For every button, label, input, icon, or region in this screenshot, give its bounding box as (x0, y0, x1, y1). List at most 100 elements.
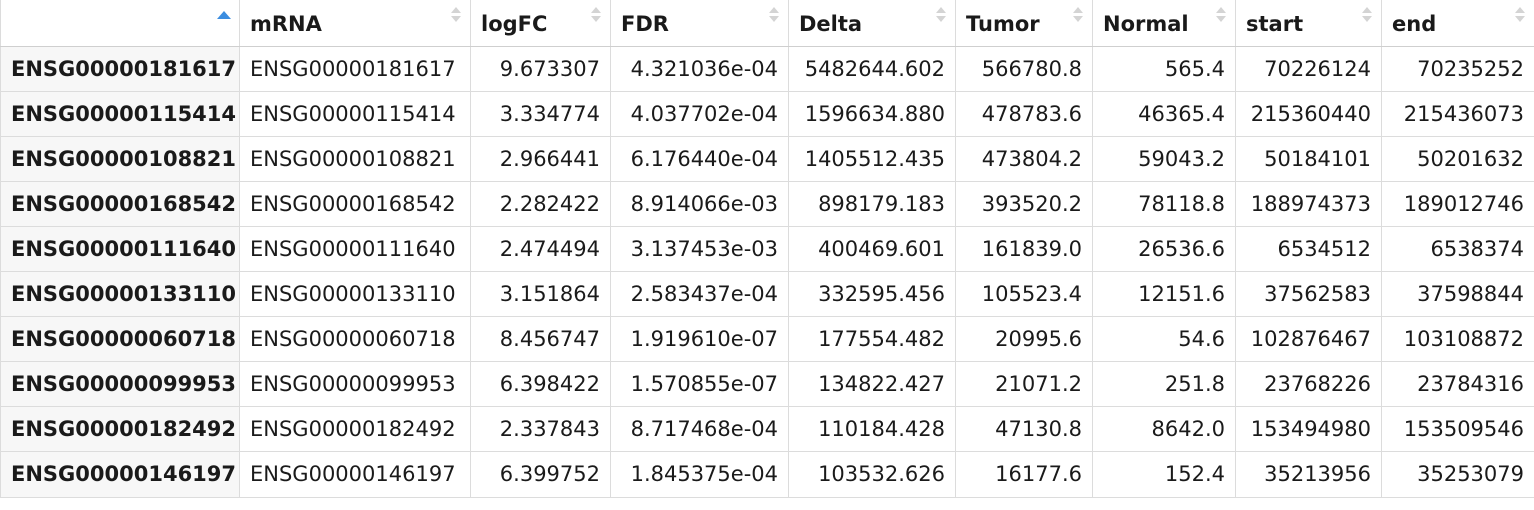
delta-cell: 898179.183 (788, 180, 956, 227)
sort-icon (1216, 7, 1226, 25)
tumor-cell: 20995.6 (955, 315, 1093, 362)
fdr-cell: 3.137453e-03 (610, 225, 789, 272)
column-header-label: mRNA (250, 11, 322, 36)
end-cell: 37598844 (1381, 270, 1534, 317)
column-header-start[interactable]: start (1235, 0, 1382, 47)
column-header-label: logFC (481, 11, 548, 36)
row-name-cell: ENSG00000108821 (0, 135, 240, 182)
column-header-normal[interactable]: Normal (1092, 0, 1236, 47)
sort-ascending-icon (217, 11, 231, 19)
logfc-cell: 6.399752 (470, 450, 611, 498)
mrna-cell: ENSG00000060718 (239, 315, 471, 362)
row-name-cell: ENSG00000181617 (0, 45, 240, 92)
fdr-cell: 1.845375e-04 (610, 450, 789, 498)
sort-icon (591, 7, 601, 25)
table-row: ENSG00000133110 ENSG00000133110 3.151864 2.… (0, 270, 1534, 317)
end-cell: 153509546 (1381, 405, 1534, 452)
fdr-cell: 4.037702e-04 (610, 90, 789, 137)
row-name-cell: ENSG00000133110 (0, 270, 240, 317)
table-row: ENSG00000146197 ENSG00000146197 6.399752 1.… (0, 450, 1534, 498)
table-row: ENSG00000108821 ENSG00000108821 2.966441 6.… (0, 135, 1534, 182)
sort-icon (1362, 7, 1372, 25)
mrna-cell: ENSG00000133110 (239, 270, 471, 317)
end-cell: 35253079 (1381, 450, 1534, 498)
column-header-label: Tumor (966, 11, 1040, 36)
mrna-cell: ENSG00000146197 (239, 450, 471, 498)
tumor-cell: 473804.2 (955, 135, 1093, 182)
column-header-fdr[interactable]: FDR (610, 0, 789, 47)
table-row: ENSG00000168542 ENSG00000168542 2.282422 8.… (0, 180, 1534, 227)
start-cell: 215360440 (1235, 90, 1382, 137)
mrna-cell: ENSG00000168542 (239, 180, 471, 227)
start-cell: 102876467 (1235, 315, 1382, 362)
start-cell: 23768226 (1235, 360, 1382, 407)
tumor-cell: 478783.6 (955, 90, 1093, 137)
column-header-delta[interactable]: Delta (788, 0, 956, 47)
normal-cell: 565.4 (1092, 45, 1236, 92)
table-row: ENSG00000181617 ENSG00000181617 9.673307 4.… (0, 45, 1534, 92)
delta-cell: 400469.601 (788, 225, 956, 272)
sort-icon (769, 7, 779, 25)
table-row: ENSG00000111640 ENSG00000111640 2.474494 3.… (0, 225, 1534, 272)
column-header-mrna[interactable]: mRNA (239, 0, 471, 47)
mrna-cell: ENSG00000182492 (239, 405, 471, 452)
mrna-cell: ENSG00000115414 (239, 90, 471, 137)
delta-cell: 332595.456 (788, 270, 956, 317)
fdr-cell: 6.176440e-04 (610, 135, 789, 182)
end-cell: 70235252 (1381, 45, 1534, 92)
logfc-cell: 3.334774 (470, 90, 611, 137)
delta-cell: 103532.626 (788, 450, 956, 498)
fdr-cell: 4.321036e-04 (610, 45, 789, 92)
logfc-cell: 3.151864 (470, 270, 611, 317)
row-name-cell: ENSG00000168542 (0, 180, 240, 227)
mrna-cell: ENSG00000181617 (239, 45, 471, 92)
row-name-cell: ENSG00000099953 (0, 360, 240, 407)
normal-cell: 54.6 (1092, 315, 1236, 362)
tumor-cell: 21071.2 (955, 360, 1093, 407)
delta-cell: 5482644.602 (788, 45, 956, 92)
delta-cell: 110184.428 (788, 405, 956, 452)
fdr-cell: 1.570855e-07 (610, 360, 789, 407)
end-cell: 189012746 (1381, 180, 1534, 227)
fdr-cell: 2.583437e-04 (610, 270, 789, 317)
normal-cell: 26536.6 (1092, 225, 1236, 272)
column-header-logfc[interactable]: logFC (470, 0, 611, 47)
end-cell: 23784316 (1381, 360, 1534, 407)
table-header: mRNA logFC FDR Delta Tumor Normal start … (0, 0, 1534, 47)
start-cell: 35213956 (1235, 450, 1382, 498)
sort-icon (1515, 7, 1525, 25)
column-header-end[interactable]: end (1381, 0, 1534, 47)
row-name-cell: ENSG00000111640 (0, 225, 240, 272)
tumor-cell: 566780.8 (955, 45, 1093, 92)
start-cell: 188974373 (1235, 180, 1382, 227)
sort-icon (936, 7, 946, 25)
logfc-cell: 6.398422 (470, 360, 611, 407)
column-header-rowname[interactable] (0, 0, 240, 47)
logfc-cell: 9.673307 (470, 45, 611, 92)
header-row: mRNA logFC FDR Delta Tumor Normal start … (0, 0, 1534, 47)
table-row: ENSG00000115414 ENSG00000115414 3.334774 4.… (0, 90, 1534, 137)
tumor-cell: 105523.4 (955, 270, 1093, 317)
table-row: ENSG00000060718 ENSG00000060718 8.456747 1.… (0, 315, 1534, 362)
start-cell: 6534512 (1235, 225, 1382, 272)
logfc-cell: 2.282422 (470, 180, 611, 227)
end-cell: 215436073 (1381, 90, 1534, 137)
data-table: mRNA logFC FDR Delta Tumor Normal start … (0, 0, 1534, 498)
start-cell: 50184101 (1235, 135, 1382, 182)
fdr-cell: 8.717468e-04 (610, 405, 789, 452)
row-name-cell: ENSG00000182492 (0, 405, 240, 452)
table-body: ENSG00000181617 ENSG00000181617 9.673307 4.… (0, 45, 1534, 498)
start-cell: 37562583 (1235, 270, 1382, 317)
tumor-cell: 47130.8 (955, 405, 1093, 452)
tumor-cell: 161839.0 (955, 225, 1093, 272)
normal-cell: 8642.0 (1092, 405, 1236, 452)
table-row: ENSG00000099953 ENSG00000099953 6.398422 1.… (0, 360, 1534, 407)
delta-cell: 134822.427 (788, 360, 956, 407)
logfc-cell: 2.966441 (470, 135, 611, 182)
column-header-tumor[interactable]: Tumor (955, 0, 1093, 47)
column-header-label: start (1246, 11, 1304, 36)
normal-cell: 78118.8 (1092, 180, 1236, 227)
logfc-cell: 8.456747 (470, 315, 611, 362)
end-cell: 6538374 (1381, 225, 1534, 272)
row-name-cell: ENSG00000115414 (0, 90, 240, 137)
